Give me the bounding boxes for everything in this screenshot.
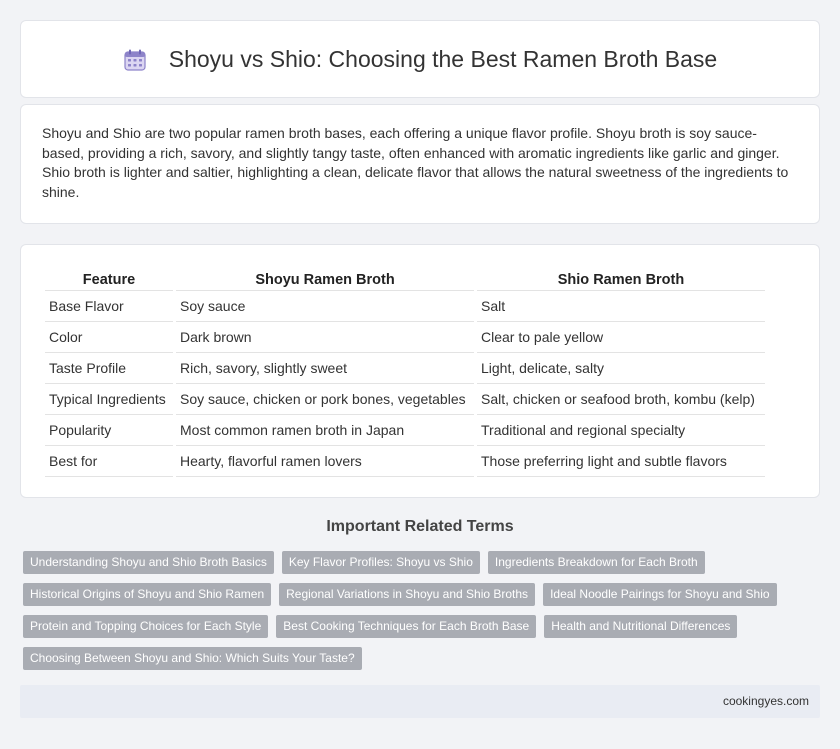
related-term-tag[interactable]: Understanding Shoyu and Shio Broth Basic… [23, 551, 274, 574]
comparison-table-card: Feature Shoyu Ramen Broth Shio Ramen Bro… [20, 244, 820, 498]
page-title: Shoyu vs Shio: Choosing the Best Ramen B… [168, 45, 718, 72]
comparison-table: Feature Shoyu Ramen Broth Shio Ramen Bro… [42, 265, 768, 477]
table-row: Taste Profile Rich, savory, slightly swe… [45, 353, 765, 384]
related-term-tag[interactable]: Best Cooking Techniques for Each Broth B… [276, 615, 537, 638]
table-cell: Rich, savory, slightly sweet [176, 353, 474, 384]
calendar-icon [124, 49, 146, 71]
table-cell: Hearty, flavorful ramen lovers [176, 446, 474, 477]
footer: cookingyes.com [20, 685, 820, 718]
column-header-feature: Feature [45, 265, 173, 291]
table-cell: Color [45, 322, 173, 353]
table-cell: Salt, chicken or seafood broth, kombu (k… [477, 384, 765, 415]
table-row: Popularity Most common ramen broth in Ja… [45, 415, 765, 446]
table-cell: Typical Ingredients [45, 384, 173, 415]
related-term-tag[interactable]: Ingredients Breakdown for Each Broth [487, 551, 705, 574]
related-term-tag[interactable]: Choosing Between Shoyu and Shio: Which S… [23, 647, 362, 670]
related-term-tag[interactable]: Regional Variations in Shoyu and Shio Br… [279, 583, 536, 606]
footer-site-link[interactable]: cookingyes.com [723, 694, 809, 708]
table-cell: Light, delicate, salty [477, 353, 765, 384]
tag-row: Understanding Shoyu and Shio Broth Basic… [23, 551, 823, 574]
related-term-tag[interactable]: Historical Origins of Shoyu and Shio Ram… [23, 583, 272, 606]
table-row: Color Dark brown Clear to pale yellow [45, 322, 765, 353]
tag-row: Historical Origins of Shoyu and Shio Ram… [23, 583, 823, 606]
table-cell: Taste Profile [45, 353, 173, 384]
related-term-tag[interactable]: Ideal Noodle Pairings for Shoyu and Shio [543, 583, 777, 606]
header-card: Shoyu vs Shio: Choosing the Best Ramen B… [20, 20, 820, 98]
related-terms-list: Understanding Shoyu and Shio Broth Basic… [23, 551, 823, 679]
tag-row: Protein and Topping Choices for Each Sty… [23, 615, 823, 638]
table-cell: Salt [477, 291, 765, 322]
table-cell: Those preferring light and subtle flavor… [477, 446, 765, 477]
table-cell: Most common ramen broth in Japan [176, 415, 474, 446]
table-cell: Clear to pale yellow [477, 322, 765, 353]
tag-row: Choosing Between Shoyu and Shio: Which S… [23, 647, 823, 670]
table-header-row: Feature Shoyu Ramen Broth Shio Ramen Bro… [45, 265, 765, 291]
column-header-shio: Shio Ramen Broth [477, 265, 765, 291]
intro-card: Shoyu and Shio are two popular ramen bro… [20, 104, 820, 224]
table-row: Base Flavor Soy sauce Salt [45, 291, 765, 322]
table-cell: Traditional and regional specialty [477, 415, 765, 446]
table-cell: Soy sauce, chicken or pork bones, vegeta… [176, 384, 474, 415]
column-header-shoyu: Shoyu Ramen Broth [176, 265, 474, 291]
related-term-tag[interactable]: Key Flavor Profiles: Shoyu vs Shio [281, 551, 480, 574]
related-term-tag[interactable]: Health and Nutritional Differences [544, 615, 738, 638]
related-term-tag[interactable]: Protein and Topping Choices for Each Sty… [23, 615, 269, 638]
table-cell: Soy sauce [176, 291, 474, 322]
table-cell: Best for [45, 446, 173, 477]
table-cell: Popularity [45, 415, 173, 446]
table-cell: Dark brown [176, 322, 474, 353]
table-row: Typical Ingredients Soy sauce, chicken o… [45, 384, 765, 415]
table-row: Best for Hearty, flavorful ramen lovers … [45, 446, 765, 477]
table-cell: Base Flavor [45, 291, 173, 322]
intro-paragraph: Shoyu and Shio are two popular ramen bro… [42, 125, 789, 200]
related-terms-title: Important Related Terms [326, 518, 514, 535]
